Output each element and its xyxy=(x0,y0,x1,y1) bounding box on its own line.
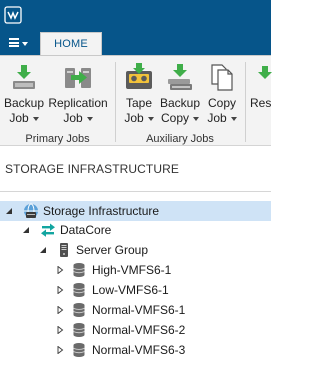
backup-copy-icon xyxy=(168,64,192,90)
tape-job-icon xyxy=(126,63,152,89)
group-label-primary-jobs: Primary Jobs xyxy=(25,133,90,145)
dropdown-arrow-icon xyxy=(147,117,154,121)
tree-item-volume[interactable]: High-VMFS6-1 xyxy=(0,260,271,280)
dropdown-arrow-icon xyxy=(32,117,39,121)
replication-job-icon xyxy=(65,68,91,88)
veeam-app-icon xyxy=(4,6,22,24)
expanded-arrow-icon[interactable] xyxy=(22,226,30,234)
tree-item-volume[interactable]: Normal-VMFS6-3 xyxy=(0,340,271,360)
ribbon-group-separator xyxy=(245,62,246,142)
chevron-down-icon xyxy=(21,41,28,46)
ribbon-tab-strip: HOME xyxy=(0,30,271,56)
backup-job-button[interactable]: Backup Job xyxy=(3,62,45,130)
dropdown-arrow-icon xyxy=(86,117,93,121)
storage-volume-icon xyxy=(73,283,85,297)
tree-item-server-group[interactable]: Server Group xyxy=(0,240,271,260)
restore-icon xyxy=(258,66,272,79)
group-label-auxiliary-jobs: Auxiliary Jobs xyxy=(146,133,214,145)
collapsed-arrow-icon[interactable] xyxy=(56,326,64,334)
tab-home[interactable]: HOME xyxy=(40,32,102,56)
main-menu-button[interactable] xyxy=(0,30,36,55)
section-header: STORAGE INFRASTRUCTURE xyxy=(0,146,271,192)
collapsed-arrow-icon[interactable] xyxy=(56,266,64,274)
storage-volume-icon xyxy=(73,343,85,357)
hamburger-icon xyxy=(8,37,19,49)
datacore-icon xyxy=(41,223,55,237)
title-bar xyxy=(0,0,271,30)
tree-item-volume[interactable]: Normal-VMFS6-1 xyxy=(0,300,271,320)
ribbon: Backup Job Replication Job Primary Jobs … xyxy=(0,55,272,146)
expanded-arrow-icon[interactable] xyxy=(39,246,47,254)
ribbon-group-separator xyxy=(115,62,116,142)
dropdown-arrow-icon xyxy=(193,117,199,121)
collapsed-arrow-icon[interactable] xyxy=(56,286,64,294)
tree-item-volume[interactable]: Low-VMFS6-1 xyxy=(0,280,271,300)
storage-volume-icon xyxy=(73,263,85,277)
tree-item-volume[interactable]: Normal-VMFS6-2 xyxy=(0,320,271,340)
tape-job-button[interactable]: Tape Job xyxy=(121,62,157,130)
backup-job-icon xyxy=(13,65,35,89)
dropdown-arrow-icon xyxy=(230,117,237,121)
collapsed-arrow-icon[interactable] xyxy=(56,306,64,314)
copy-job-icon xyxy=(211,64,233,91)
expanded-arrow-icon[interactable] xyxy=(5,207,13,215)
storage-infrastructure-icon xyxy=(24,203,38,219)
replication-job-button[interactable]: Replication Job xyxy=(47,62,109,130)
section-title: STORAGE INFRASTRUCTURE xyxy=(5,162,179,176)
tree-item-storage-infrastructure[interactable]: Storage Infrastructure xyxy=(0,201,271,221)
restore-button[interactable]: Res xyxy=(250,62,280,130)
backup-copy-button[interactable]: Backup Copy xyxy=(158,62,202,130)
storage-volume-icon xyxy=(73,303,85,317)
inventory-tree: Storage Infrastructure DataCore Server G… xyxy=(0,192,271,382)
storage-volume-icon xyxy=(73,323,85,337)
server-icon xyxy=(60,243,68,257)
copy-job-button[interactable]: Copy Job xyxy=(204,62,240,130)
tree-item-datacore[interactable]: DataCore xyxy=(0,220,271,240)
collapsed-arrow-icon[interactable] xyxy=(56,346,64,354)
